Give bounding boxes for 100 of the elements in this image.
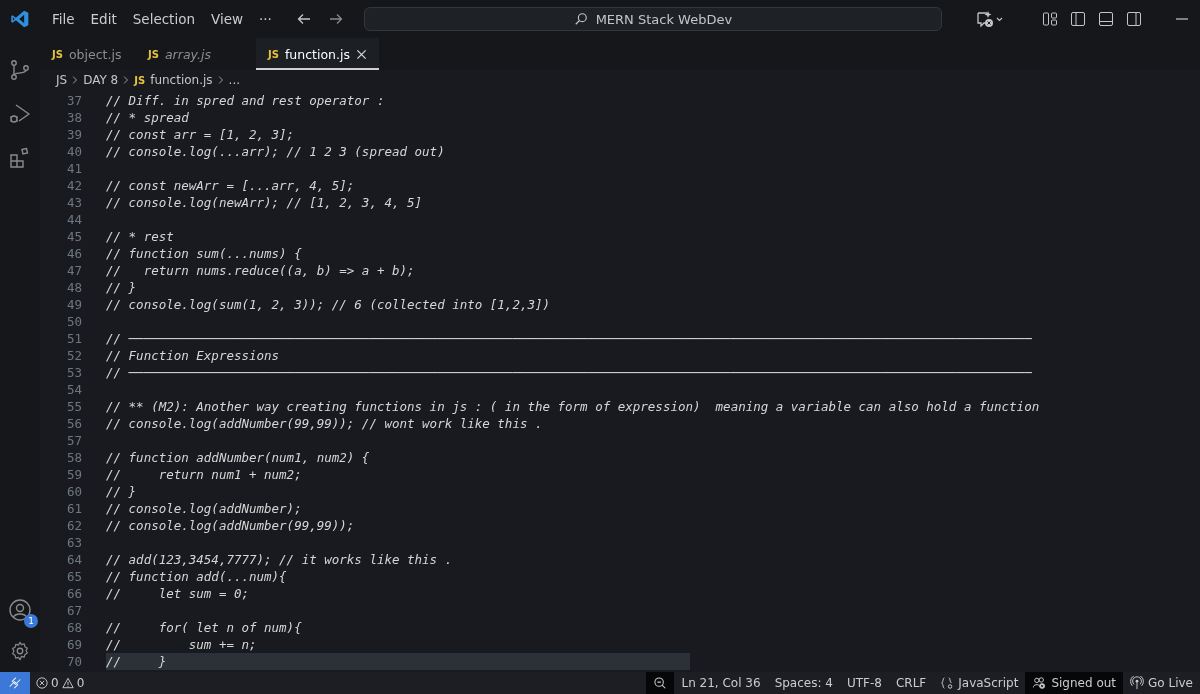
js-file-icon: JS bbox=[52, 48, 63, 60]
line-number: 43 bbox=[65, 194, 82, 211]
line-number: 66 bbox=[65, 585, 82, 602]
code-line: // * spread bbox=[106, 109, 189, 126]
language-button[interactable]: JavaScript bbox=[933, 672, 1026, 694]
line-number: 64 bbox=[65, 551, 82, 568]
remote-icon bbox=[8, 676, 22, 690]
line-number: 60 bbox=[65, 483, 82, 500]
line-number: 41 bbox=[65, 160, 82, 177]
status-item[interactable]: UTF-8 bbox=[839, 672, 889, 694]
app-logo-icon[interactable] bbox=[10, 9, 30, 29]
menu-item[interactable]: File bbox=[44, 11, 83, 27]
settings-icon[interactable] bbox=[9, 640, 31, 662]
code-line: // ──────────────────────────────────────────────────────────────────────────────────────────────────────────────────────── bbox=[106, 364, 1032, 381]
status-item[interactable]: CRLF bbox=[888, 672, 934, 694]
line-number: 59 bbox=[65, 466, 82, 483]
line-number: 63 bbox=[65, 534, 82, 551]
code-line: // console.log(newArr); // [1, 2, 3, 4, 5] bbox=[106, 194, 423, 211]
line-number: 57 bbox=[65, 432, 82, 449]
problems-button[interactable]: 0 0 bbox=[30, 676, 91, 690]
line-number: 50 bbox=[65, 313, 82, 330]
breadcrumb-item[interactable]: function.js bbox=[150, 73, 213, 87]
code-line: // return nums.reduce((a, b) => a + b); bbox=[106, 262, 415, 279]
code-line: // let sum = 0; bbox=[106, 585, 249, 602]
code-line: // function addNumber(num1, num2) { bbox=[106, 449, 370, 466]
menu-item[interactable]: View bbox=[202, 11, 251, 27]
code-line: // const newArr = [...arr, 4, 5]; bbox=[106, 177, 355, 194]
js-file-icon: JS bbox=[268, 48, 279, 60]
code-line: // * rest bbox=[106, 228, 174, 245]
code-line: // } bbox=[106, 483, 137, 500]
notification-badge: 1 bbox=[24, 614, 38, 628]
panel-toggle-icon[interactable] bbox=[1097, 11, 1114, 27]
line-number: 44 bbox=[65, 211, 82, 228]
account-icon[interactable] bbox=[8, 598, 32, 622]
line-number: 54 bbox=[65, 381, 82, 398]
line-number: 62 bbox=[65, 517, 82, 534]
broadcast-icon bbox=[1130, 676, 1145, 690]
search-icon bbox=[573, 12, 588, 26]
copilot-icon[interactable] bbox=[975, 10, 1004, 28]
line-number: 58 bbox=[65, 449, 82, 466]
zoom-button[interactable] bbox=[646, 672, 675, 694]
search-field[interactable]: MERN Stack WebDev bbox=[363, 7, 942, 31]
code-line: // Diff. in spred and rest operator : bbox=[106, 92, 385, 109]
code-line: // ** (M2): Another way creating functions in js : ( in the form of expression) meaning a variable can also hold a function bbox=[106, 398, 1040, 415]
line-number: 48 bbox=[65, 279, 82, 296]
code-line: // Function Expressions bbox=[106, 347, 280, 364]
chevron-right-icon bbox=[217, 75, 224, 85]
accounts-icon bbox=[1032, 676, 1048, 690]
line-number: 45 bbox=[65, 228, 82, 245]
warning-icon bbox=[61, 677, 74, 689]
line-number: 39 bbox=[65, 126, 82, 143]
menu-item[interactable]: Edit bbox=[82, 11, 125, 27]
code-line: // console.log(...arr); // 1 2 3 (spread out) bbox=[106, 143, 445, 160]
line-number: 69 bbox=[65, 636, 82, 653]
code-line: // function add(...num){ bbox=[106, 568, 287, 585]
editor-tab[interactable]: JS array.js bbox=[136, 38, 256, 70]
line-number: 42 bbox=[65, 177, 82, 194]
layout-icon[interactable] bbox=[1041, 11, 1058, 27]
breadcrumb-item[interactable]: ... bbox=[228, 73, 241, 87]
js-file-icon: JS bbox=[134, 74, 146, 86]
braces-icon bbox=[940, 676, 955, 690]
breadcrumb-item[interactable]: JS bbox=[56, 73, 68, 87]
sidebar-toggle-icon[interactable] bbox=[1069, 11, 1086, 27]
line-number: 46 bbox=[65, 245, 82, 262]
breadcrumb-item[interactable]: DAY 8 bbox=[83, 73, 119, 87]
line-number: 56 bbox=[65, 415, 82, 432]
line-number: 61 bbox=[65, 500, 82, 517]
zoom-out-icon bbox=[653, 676, 668, 690]
code-line: // sum += n; bbox=[106, 636, 257, 653]
line-number: 70 bbox=[65, 653, 82, 670]
code-line: // function sum(...nums) { bbox=[106, 245, 302, 262]
close-icon[interactable] bbox=[355, 48, 367, 60]
go-live-button[interactable]: Go Live bbox=[1123, 672, 1200, 694]
line-number: 47 bbox=[65, 262, 82, 279]
source-control-icon[interactable] bbox=[8, 58, 32, 82]
code-line: // const arr = [1, 2, 3]; bbox=[106, 126, 295, 143]
editor-tab[interactable]: JS object.js bbox=[40, 38, 136, 70]
status-item[interactable]: Ln 21, Col 36 bbox=[674, 672, 768, 694]
menu-item[interactable]: ··· bbox=[251, 11, 280, 27]
run-debug-icon[interactable] bbox=[8, 102, 32, 126]
line-number: 51 bbox=[65, 330, 82, 347]
back-arrow-icon[interactable] bbox=[295, 11, 312, 27]
secondary-sidebar-icon[interactable] bbox=[1125, 11, 1142, 27]
code-line: // add(123,3454,7777); // it works like this . bbox=[106, 551, 453, 568]
line-number: 38 bbox=[65, 109, 82, 126]
line-number: 52 bbox=[65, 347, 82, 364]
remote-button[interactable] bbox=[0, 672, 30, 694]
code-line: // console.log(sum(1, 2, 3)); // 6 (collected into [1,2,3]) bbox=[106, 296, 550, 313]
line-number: 55 bbox=[65, 398, 82, 415]
js-file-icon: JS bbox=[148, 48, 159, 60]
chevron-right-icon bbox=[123, 75, 130, 85]
code-line: // ──────────────────────────────────────────────────────────────────────────────────────────────────────────────────────── bbox=[106, 330, 1032, 347]
status-item[interactable]: Spaces: 4 bbox=[767, 672, 840, 694]
error-icon bbox=[36, 677, 48, 689]
forward-arrow-icon[interactable] bbox=[327, 11, 344, 27]
editor-tab[interactable]: JS function.js bbox=[256, 38, 379, 70]
code-line: // return num1 + num2; bbox=[106, 466, 302, 483]
account-status-button[interactable]: Signed out bbox=[1025, 672, 1124, 694]
line-number: 67 bbox=[65, 602, 82, 619]
menu-item[interactable]: Selection bbox=[124, 11, 203, 27]
